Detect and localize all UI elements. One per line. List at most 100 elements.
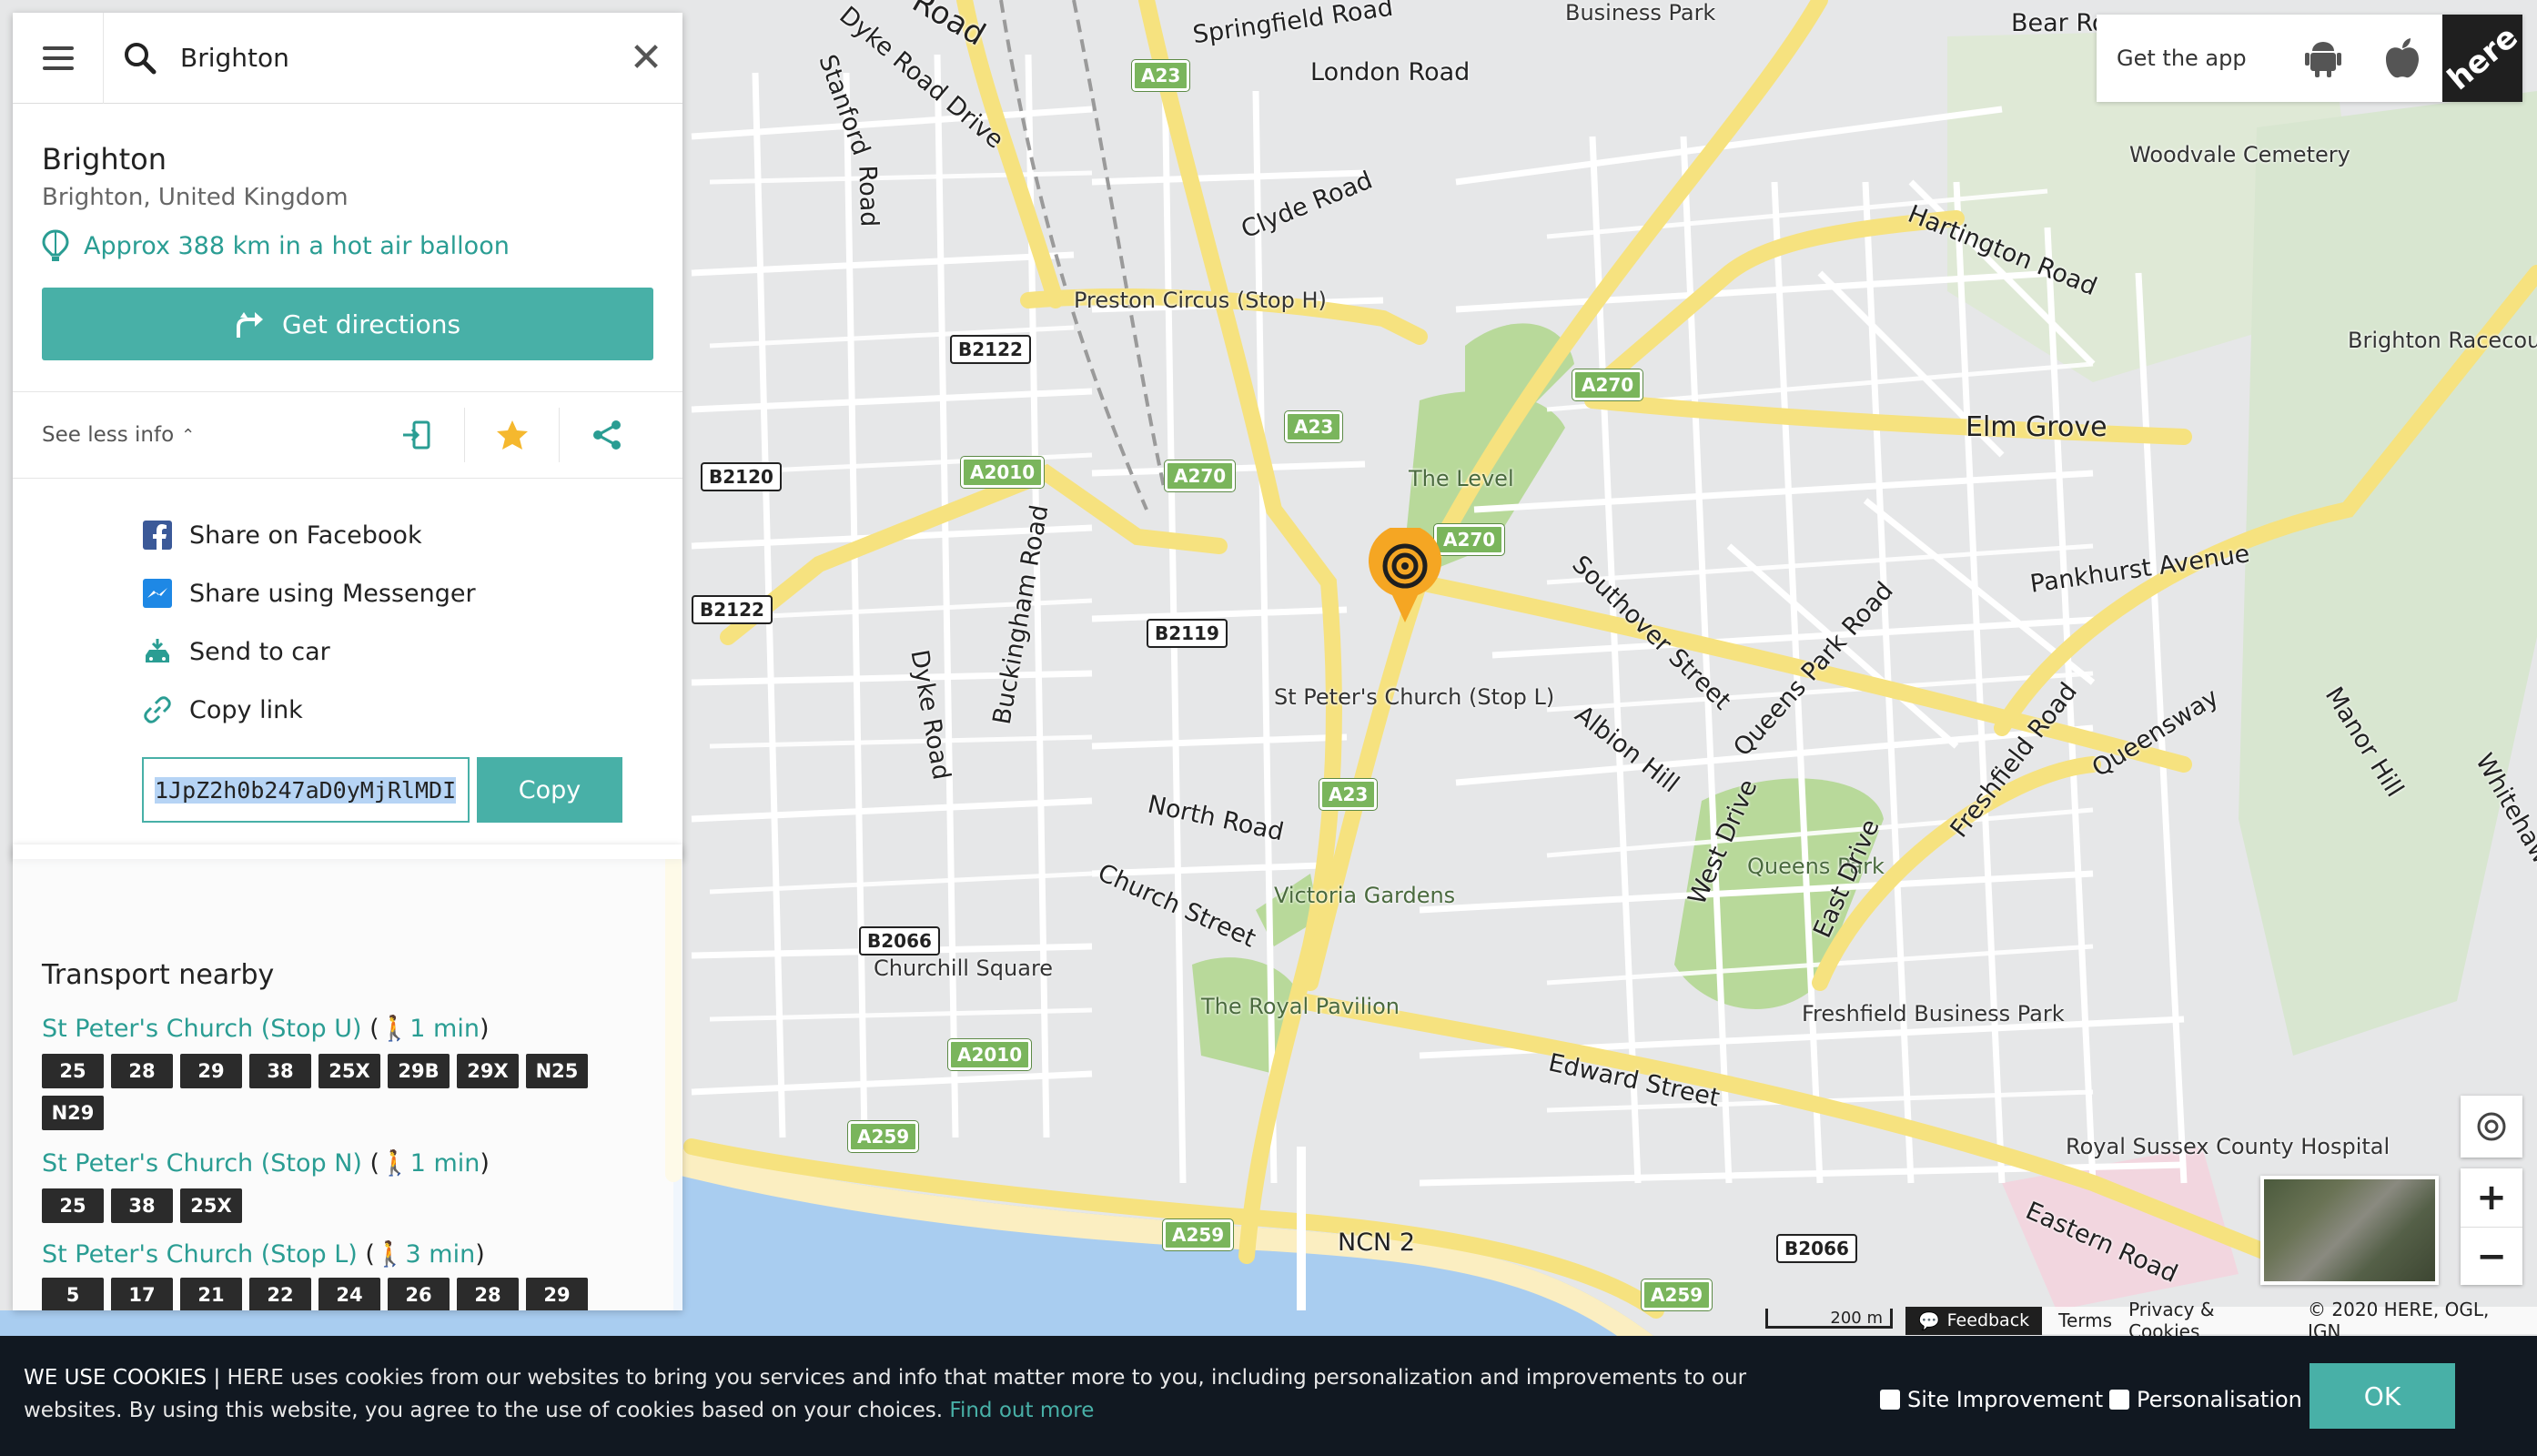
- bus-route-badge[interactable]: 26: [388, 1278, 450, 1310]
- terms-link[interactable]: Terms: [2058, 1309, 2112, 1331]
- share-link-value: 1JpZ2h0b247aD0yMjRlMDI: [155, 776, 457, 804]
- share-icon[interactable]: [559, 408, 653, 462]
- android-icon[interactable]: [2283, 15, 2363, 102]
- copy-link-label: Copy link: [189, 695, 303, 724]
- map-label-road-vertical: Road: [853, 165, 884, 228]
- checkbox-icon[interactable]: [2109, 1390, 2129, 1410]
- bus-route-badge[interactable]: 29: [180, 1054, 242, 1088]
- map-scale: 200 m: [1765, 1309, 1893, 1329]
- apple-icon[interactable]: [2362, 15, 2442, 102]
- send-to-device-icon[interactable]: [369, 408, 464, 462]
- road-shield-a259: A259: [848, 1121, 919, 1152]
- copy-link-item[interactable]: Copy link: [142, 681, 653, 739]
- map-label-queens-park: Queens Park: [1747, 854, 1885, 879]
- locate-icon: [2477, 1112, 2506, 1141]
- road-shield-a259: A259: [1163, 1219, 1234, 1250]
- cookie-banner: WE USE COOKIES | HERE uses cookies from …: [0, 1336, 2537, 1456]
- see-less-info-toggle[interactable]: See less info ⌃: [42, 423, 195, 447]
- bus-route-badge[interactable]: 5: [42, 1278, 104, 1310]
- bus-route-badge[interactable]: 25X: [318, 1054, 380, 1088]
- feedback-button[interactable]: 💬 Feedback: [1905, 1306, 2043, 1335]
- stop-name[interactable]: St Peter's Church (Stop N): [42, 1149, 362, 1178]
- directions-icon: [236, 312, 263, 338]
- get-app-label: Get the app: [2117, 46, 2247, 71]
- checkbox-icon[interactable]: [1880, 1390, 1900, 1410]
- site-improvement-checkbox[interactable]: Site Improvement: [1880, 1387, 2103, 1412]
- bus-route-badge[interactable]: N25: [526, 1054, 588, 1088]
- bus-route-badge[interactable]: 28: [111, 1054, 173, 1088]
- zoom-in-button[interactable]: +: [2461, 1168, 2522, 1227]
- bus-route-badge[interactable]: 29: [526, 1278, 588, 1310]
- personalisation-checkbox[interactable]: Personalisation: [2109, 1387, 2302, 1412]
- transport-nearby-title: Transport nearby: [42, 959, 275, 991]
- bus-route-badge[interactable]: 22: [249, 1278, 311, 1310]
- place-details: Brighton Brighton, United Kingdom Approx…: [13, 142, 682, 859]
- bus-route-badge[interactable]: 21: [180, 1278, 242, 1310]
- bus-route-badge[interactable]: 29X: [457, 1054, 519, 1088]
- road-shield-b2066: B2066: [859, 926, 940, 956]
- transport-panel: Transport nearby St Peter's Church (Stop…: [13, 844, 682, 1310]
- map-label-victoria-gardens: Victoria Gardens: [1274, 883, 1456, 908]
- walk-icon: (🚶: [361, 1149, 410, 1178]
- cookie-ok-button[interactable]: OK: [2310, 1363, 2455, 1429]
- get-app-bar: Get the app here: [2097, 15, 2524, 102]
- personalisation-label: Personalisation: [2137, 1387, 2302, 1412]
- search-icon[interactable]: [113, 31, 167, 86]
- locate-me-button[interactable]: [2461, 1096, 2522, 1158]
- bus-route-badge[interactable]: 25X: [180, 1188, 242, 1223]
- bus-route-badge[interactable]: 25: [42, 1188, 104, 1223]
- road-shield-a23: A23: [1319, 779, 1378, 810]
- copy-button[interactable]: Copy: [477, 757, 622, 823]
- map-label-brighton-racecourse: Brighton Racecourse: [2348, 328, 2537, 353]
- search-input[interactable]: [167, 43, 610, 73]
- link-icon: [142, 694, 173, 725]
- walk-time: 1 min: [409, 1149, 480, 1178]
- walk-icon: (🚶: [361, 1015, 410, 1043]
- walk-icon: (🚶: [357, 1240, 406, 1269]
- satellite-view-toggle[interactable]: [2260, 1176, 2439, 1285]
- zoom-out-button[interactable]: −: [2461, 1227, 2522, 1285]
- bus-route-badge[interactable]: 25: [42, 1054, 104, 1088]
- road-shield-b2119: B2119: [1147, 619, 1228, 648]
- share-link-field[interactable]: 1JpZ2h0b247aD0yMjRlMDI: [142, 757, 470, 823]
- find-out-more-link[interactable]: Find out more: [949, 1399, 1094, 1422]
- map-label-woodvale-cemetery: Woodvale Cemetery: [2129, 142, 2350, 167]
- action-icons: [369, 408, 653, 462]
- bus-route-badge[interactable]: 38: [111, 1188, 173, 1223]
- map-label-churchill-square: Churchill Square: [874, 956, 1054, 981]
- road-shield-a2010: A2010: [948, 1039, 1032, 1070]
- walk-time: 1 min: [409, 1015, 480, 1043]
- location-marker-pin[interactable]: [1367, 528, 1443, 626]
- transport-stop-u[interactable]: St Peter's Church (Stop U) (🚶1 min): [42, 1014, 490, 1043]
- send-to-car-item[interactable]: Send to car: [142, 622, 653, 681]
- bus-route-badge[interactable]: 28: [457, 1278, 519, 1310]
- here-logo[interactable]: here: [2441, 15, 2524, 102]
- distance-row: Approx 388 km in a hot air balloon: [42, 229, 653, 262]
- get-directions-button[interactable]: Get directions: [42, 288, 653, 360]
- road-shield-a2010: A2010: [961, 457, 1045, 488]
- stop-name[interactable]: St Peter's Church (Stop L): [42, 1240, 358, 1269]
- map-attribution: 💬 Feedback Terms Privacy & Cookies © 202…: [1905, 1299, 2537, 1342]
- share-facebook-item[interactable]: Share on Facebook: [142, 506, 653, 564]
- menu-icon[interactable]: [13, 12, 104, 104]
- bus-route-badge[interactable]: 17: [111, 1278, 173, 1310]
- transport-stop-n[interactable]: St Peter's Church (Stop N) (🚶1 min): [42, 1148, 490, 1178]
- stop-name[interactable]: St Peter's Church (Stop U): [42, 1015, 362, 1043]
- bus-route-badge[interactable]: 29B: [388, 1054, 450, 1088]
- map-label-st-peters-church: St Peter's Church (Stop L): [1274, 684, 1555, 710]
- site-improvement-label: Site Improvement: [1907, 1387, 2104, 1412]
- map-label-the-level: The Level: [1409, 466, 1514, 491]
- close-icon[interactable]: ✕: [610, 13, 682, 104]
- map-label-royal-pavilion: The Royal Pavilion: [1201, 994, 1400, 1019]
- share-messenger-item[interactable]: Share using Messenger: [142, 564, 653, 622]
- hot-air-balloon-icon: [42, 229, 69, 261]
- place-title: Brighton: [42, 142, 167, 177]
- bus-route-badge[interactable]: 24: [318, 1278, 380, 1310]
- transport-stop-l[interactable]: St Peter's Church (Stop L) (🚶3 min): [42, 1239, 485, 1269]
- map-label-london-road: London Road: [1310, 58, 1471, 86]
- walk-time: 3 min: [405, 1240, 476, 1269]
- bus-route-badge[interactable]: N29: [42, 1096, 104, 1130]
- favorite-star-icon[interactable]: [464, 408, 559, 462]
- bus-route-badge[interactable]: 38: [249, 1054, 311, 1088]
- facebook-icon: [142, 520, 173, 551]
